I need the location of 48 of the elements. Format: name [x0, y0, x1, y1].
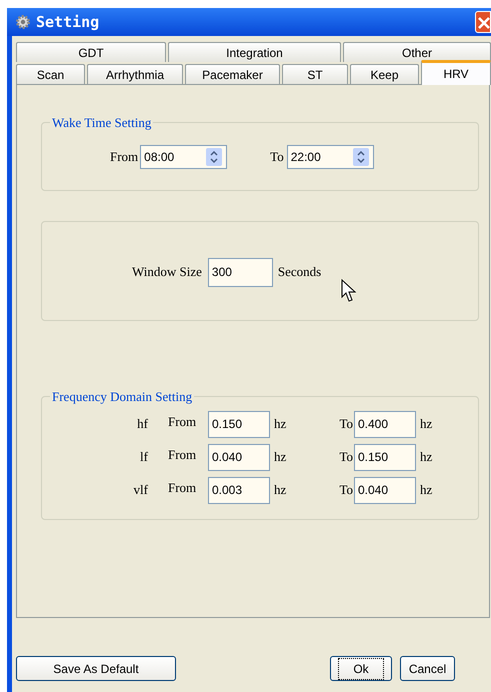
input-field[interactable]: 300: [208, 258, 273, 286]
close-button[interactable]: [475, 11, 491, 33]
tab[interactable]: ST: [282, 64, 348, 84]
field-label: From: [168, 413, 198, 432]
input-field[interactable]: 0.150: [208, 410, 270, 438]
unit-label: hz: [420, 448, 432, 466]
tab[interactable]: Arrhythmia: [87, 64, 183, 84]
band-label: vlf: [132, 481, 148, 500]
input-field[interactable]: 0.400: [354, 410, 416, 438]
up-down-arrows-icon[interactable]: [206, 148, 222, 166]
button[interactable]: Save As Default: [16, 656, 176, 681]
group-title: Wake Time Setting: [51, 114, 152, 132]
tab[interactable]: Pacemaker: [185, 64, 280, 84]
unit-label: Seconds: [278, 263, 322, 282]
band-label: hf: [136, 415, 148, 434]
input-field[interactable]: 0.040: [354, 476, 416, 504]
input-field[interactable]: 0.040: [208, 444, 270, 470]
tab[interactable]: Integration: [168, 42, 341, 62]
tab[interactable]: HRV: [421, 60, 491, 85]
unit-label: hz: [420, 481, 432, 500]
tab[interactable]: GDT: [16, 42, 166, 62]
unit-label: hz: [274, 448, 288, 466]
input-field[interactable]: 0.003: [208, 476, 270, 504]
mouse-pointer-icon: [341, 279, 358, 303]
unit-label: hz: [274, 481, 288, 500]
field-label: To: [338, 448, 353, 466]
field-label: To: [338, 415, 353, 434]
up-down-arrows-icon[interactable]: [352, 148, 369, 166]
field-label: To: [338, 481, 353, 500]
button[interactable]: Ok: [330, 656, 392, 681]
button[interactable]: Cancel: [400, 656, 455, 681]
field-label: To: [270, 148, 284, 166]
time-spinner-field[interactable]: 22:00: [286, 144, 374, 168]
field-label: Window Size: [132, 263, 202, 282]
group-title: Frequency Domain Setting: [51, 388, 194, 406]
field-label: From: [110, 148, 138, 166]
input-field[interactable]: 0.150: [354, 444, 416, 470]
time-spinner-field[interactable]: 08:00: [140, 144, 228, 168]
field-label: From: [168, 479, 198, 498]
window-title: Setting: [36, 12, 100, 33]
tab[interactable]: Keep: [350, 64, 419, 84]
unit-label: hz: [420, 415, 432, 434]
field-label: From: [168, 446, 198, 464]
band-label: lf: [139, 448, 148, 466]
tab[interactable]: Scan: [16, 64, 85, 84]
unit-label: hz: [274, 415, 288, 434]
tab[interactable]: Other: [343, 42, 491, 62]
gear-icon: [15, 14, 31, 30]
